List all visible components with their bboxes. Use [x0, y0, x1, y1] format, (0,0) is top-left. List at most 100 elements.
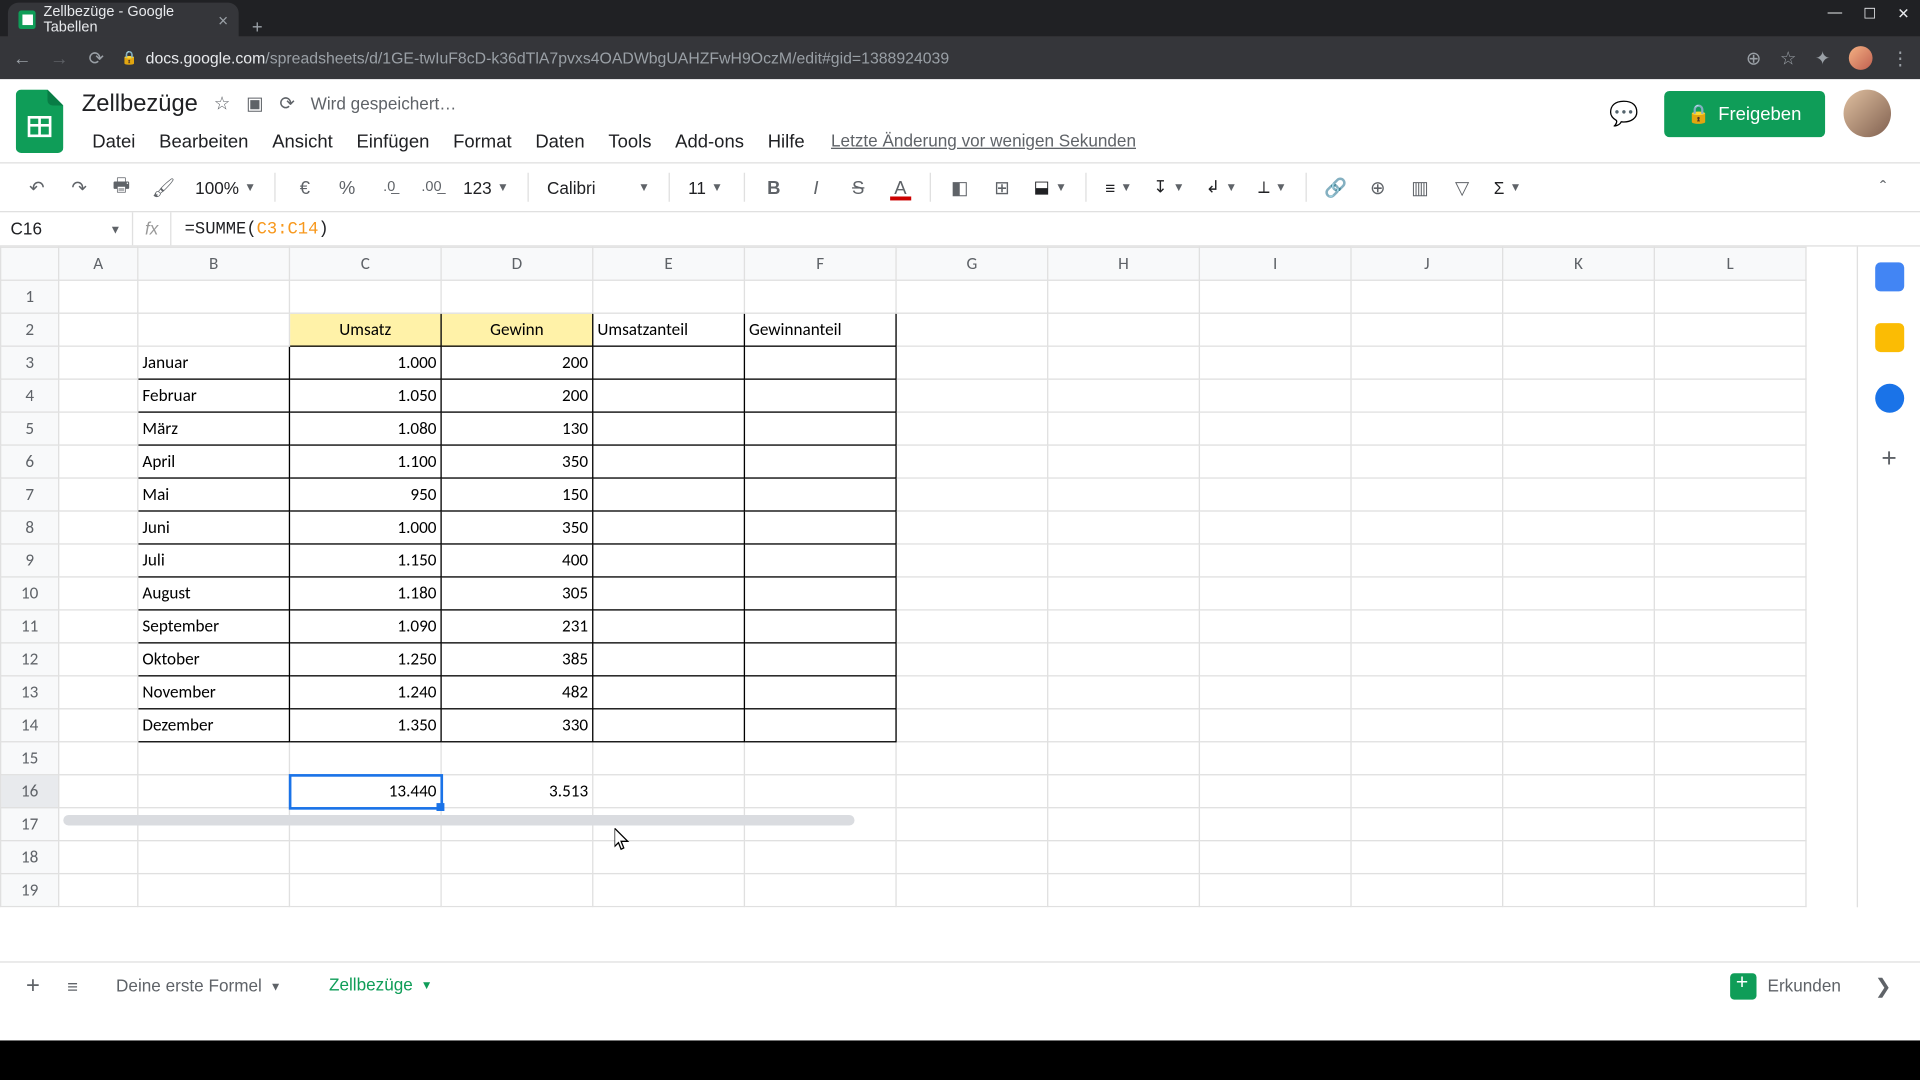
cell-L15[interactable] — [1654, 742, 1806, 775]
row-header-12[interactable]: 12 — [1, 643, 59, 676]
cell-H5[interactable] — [1048, 412, 1200, 445]
star-icon[interactable]: ☆ — [214, 92, 231, 114]
sheet-tab-formel[interactable]: Deine erste Formel▼ — [92, 965, 305, 1006]
cell-G15[interactable] — [896, 742, 1048, 775]
extensions-icon[interactable]: ✦ — [1815, 47, 1830, 69]
cell-C4[interactable]: 1.050 — [289, 379, 441, 412]
paint-format-button[interactable]: 🖌 — [145, 169, 182, 206]
cell-F18[interactable] — [744, 841, 896, 874]
account-avatar[interactable] — [1844, 90, 1891, 137]
cell-J16[interactable] — [1351, 775, 1503, 808]
cell-K11[interactable] — [1503, 610, 1655, 643]
cell-H14[interactable] — [1048, 709, 1200, 742]
cell-E18[interactable] — [593, 841, 745, 874]
menu-datei[interactable]: Datei — [82, 125, 146, 157]
cell-L9[interactable] — [1654, 544, 1806, 577]
cell-G11[interactable] — [896, 610, 1048, 643]
cell-K6[interactable] — [1503, 445, 1655, 478]
font-size-dropdown[interactable]: 11▼ — [680, 177, 733, 197]
cell-J19[interactable] — [1351, 874, 1503, 907]
share-button[interactable]: 🔒 Freigeben — [1664, 90, 1826, 136]
cell-G14[interactable] — [896, 709, 1048, 742]
strikethrough-button[interactable]: S — [840, 169, 877, 206]
cell-E1[interactable] — [593, 280, 745, 313]
tasks-icon[interactable] — [1875, 384, 1904, 413]
cell-E4[interactable] — [593, 379, 745, 412]
column-header-F[interactable]: F — [744, 247, 896, 280]
cell-F19[interactable] — [744, 874, 896, 907]
cell-L3[interactable] — [1654, 346, 1806, 379]
cell-K17[interactable] — [1503, 808, 1655, 841]
cell-H15[interactable] — [1048, 742, 1200, 775]
cell-D9[interactable]: 400 — [441, 544, 593, 577]
cell-A6[interactable] — [59, 445, 138, 478]
cell-K15[interactable] — [1503, 742, 1655, 775]
cell-I17[interactable] — [1199, 808, 1351, 841]
all-sheets-button[interactable]: ≡ — [53, 975, 93, 996]
cell-A5[interactable] — [59, 412, 138, 445]
cell-D5[interactable]: 130 — [441, 412, 593, 445]
cell-L5[interactable] — [1654, 412, 1806, 445]
cell-B7[interactable]: Mai — [138, 478, 290, 511]
column-header-I[interactable]: I — [1199, 247, 1351, 280]
url-box[interactable]: 🔒 docs.google.com/spreadsheets/d/1GE-twI… — [121, 49, 949, 67]
cell-J8[interactable] — [1351, 511, 1503, 544]
merge-dropdown[interactable]: ⬓▼ — [1026, 177, 1075, 198]
cell-J18[interactable] — [1351, 841, 1503, 874]
new-tab-button[interactable]: + — [239, 16, 276, 37]
cell-C15[interactable] — [289, 742, 441, 775]
row-header-6[interactable]: 6 — [1, 445, 59, 478]
cell-F14[interactable] — [744, 709, 896, 742]
cell-B6[interactable]: April — [138, 445, 290, 478]
cell-G10[interactable] — [896, 577, 1048, 610]
cell-C3[interactable]: 1.000 — [289, 346, 441, 379]
cell-E16[interactable] — [593, 775, 745, 808]
cell-C16[interactable]: 13.440 — [289, 775, 441, 808]
cell-B9[interactable]: Juli — [138, 544, 290, 577]
cell-I3[interactable] — [1199, 346, 1351, 379]
cell-C7[interactable]: 950 — [289, 478, 441, 511]
insert-comment-button[interactable]: ⊕ — [1359, 169, 1396, 206]
insert-link-button[interactable]: 🔗 — [1317, 169, 1354, 206]
cell-B14[interactable]: Dezember — [138, 709, 290, 742]
cell-G19[interactable] — [896, 874, 1048, 907]
cell-F15[interactable] — [744, 742, 896, 775]
profile-avatar-small[interactable] — [1849, 46, 1873, 70]
cell-I18[interactable] — [1199, 841, 1351, 874]
name-box[interactable]: C16▼ — [0, 219, 132, 239]
cell-F6[interactable] — [744, 445, 896, 478]
comments-button[interactable]: 💬 — [1603, 92, 1645, 134]
row-header-7[interactable]: 7 — [1, 478, 59, 511]
cell-D7[interactable]: 150 — [441, 478, 593, 511]
cell-E11[interactable] — [593, 610, 745, 643]
cell-A8[interactable] — [59, 511, 138, 544]
column-header-C[interactable]: C — [289, 247, 441, 280]
cell-H7[interactable] — [1048, 478, 1200, 511]
cell-G8[interactable] — [896, 511, 1048, 544]
cell-H13[interactable] — [1048, 676, 1200, 709]
cell-A16[interactable] — [59, 775, 138, 808]
forward-button[interactable]: → — [47, 47, 71, 68]
cell-A9[interactable] — [59, 544, 138, 577]
cell-E8[interactable] — [593, 511, 745, 544]
formula-bar[interactable]: =SUMME(C3:C14) — [171, 219, 341, 239]
cell-B10[interactable]: August — [138, 577, 290, 610]
cell-C10[interactable]: 1.180 — [289, 577, 441, 610]
row-header-4[interactable]: 4 — [1, 379, 59, 412]
halign-dropdown[interactable]: ≡▼ — [1097, 177, 1140, 197]
cell-J13[interactable] — [1351, 676, 1503, 709]
cell-I12[interactable] — [1199, 643, 1351, 676]
cell-J14[interactable] — [1351, 709, 1503, 742]
cell-L18[interactable] — [1654, 841, 1806, 874]
cell-C9[interactable]: 1.150 — [289, 544, 441, 577]
cell-I14[interactable] — [1199, 709, 1351, 742]
cell-F10[interactable] — [744, 577, 896, 610]
cell-G2[interactable] — [896, 313, 1048, 346]
cell-E6[interactable] — [593, 445, 745, 478]
cell-E12[interactable] — [593, 643, 745, 676]
cell-C12[interactable]: 1.250 — [289, 643, 441, 676]
bold-button[interactable]: B — [755, 169, 792, 206]
decrease-decimal-button[interactable]: .0̲ — [371, 169, 408, 206]
cell-H1[interactable] — [1048, 280, 1200, 313]
cell-B11[interactable]: September — [138, 610, 290, 643]
